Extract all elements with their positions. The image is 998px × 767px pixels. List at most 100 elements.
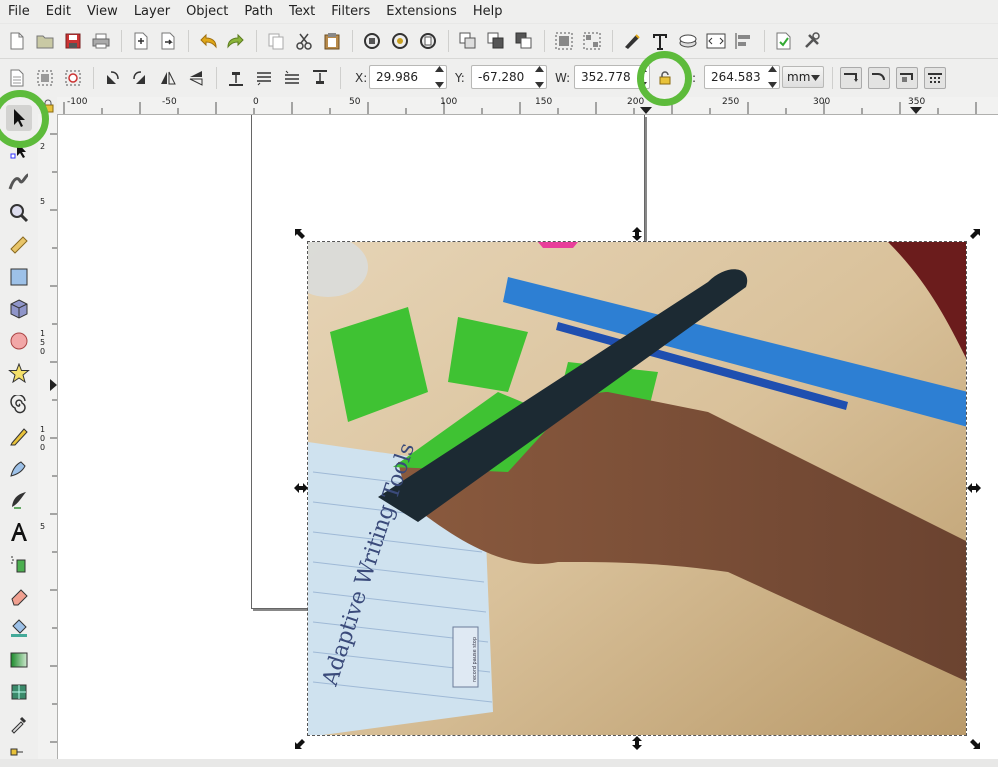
drawing-canvas[interactable]: Adaptive Writing Tools record pause stop: [58, 115, 998, 759]
mesh-tool[interactable]: [6, 679, 32, 705]
circle-icon: [10, 332, 28, 350]
flip-vertical-icon[interactable]: [186, 68, 206, 88]
menu-path[interactable]: Path: [236, 0, 281, 23]
gradient-tool[interactable]: [6, 647, 32, 673]
move-patterns-icon[interactable]: [924, 67, 946, 89]
scale-corners-icon[interactable]: [868, 67, 890, 89]
raise-to-top-icon[interactable]: [310, 68, 330, 88]
rectangle-tool[interactable]: [6, 264, 32, 290]
resize-handle-e[interactable]: [967, 481, 981, 495]
rotate-ccw-icon[interactable]: [102, 68, 122, 88]
print-icon[interactable]: [91, 31, 111, 51]
lock-guides-icon[interactable]: [41, 99, 55, 113]
lower-to-bottom-icon[interactable]: [226, 68, 246, 88]
ruler-label: -100: [67, 97, 88, 107]
eraser-tool[interactable]: [6, 583, 32, 609]
paste-icon[interactable]: [322, 31, 342, 51]
paint-bucket-tool[interactable]: [6, 615, 32, 641]
selector-tool[interactable]: [6, 105, 32, 131]
calligraphy-tool[interactable]: [6, 487, 32, 513]
text-tool[interactable]: [6, 519, 32, 545]
resize-handle-ne[interactable]: [967, 228, 981, 242]
measure-tool[interactable]: [6, 232, 32, 258]
select-all-layers-icon[interactable]: [35, 68, 55, 88]
resize-handle-nw[interactable]: [294, 228, 308, 242]
menu-help[interactable]: Help: [465, 0, 511, 23]
unlink-clone-icon[interactable]: [514, 31, 534, 51]
connector-tool[interactable]: [6, 741, 32, 767]
open-folder-icon[interactable]: [35, 31, 55, 51]
menu-edit[interactable]: Edit: [38, 0, 79, 23]
h-field[interactable]: [704, 65, 780, 89]
cut-icon[interactable]: [294, 31, 314, 51]
node-tool[interactable]: [6, 137, 32, 163]
menu-extensions[interactable]: Extensions: [378, 0, 465, 23]
pencil-tool[interactable]: [6, 423, 32, 449]
zoom-drawing-icon[interactable]: [390, 31, 410, 51]
menu-view[interactable]: View: [79, 0, 126, 23]
menu-file[interactable]: File: [0, 0, 38, 23]
preferences-icon[interactable]: [802, 31, 822, 51]
x-spin-buttons[interactable]: [434, 66, 445, 88]
duplicate-icon[interactable]: [458, 31, 478, 51]
fill-stroke-icon[interactable]: [622, 31, 642, 51]
xml-editor-icon[interactable]: [706, 31, 726, 51]
document-properties-icon[interactable]: [774, 31, 794, 51]
zoom-page-icon[interactable]: [418, 31, 438, 51]
selected-photo[interactable]: Adaptive Writing Tools record pause stop: [307, 241, 967, 736]
save-icon[interactable]: [63, 31, 83, 51]
dropper-tool[interactable]: [6, 711, 32, 737]
export-icon[interactable]: [158, 31, 178, 51]
deselect-icon[interactable]: [63, 68, 83, 88]
pen-tool[interactable]: [6, 455, 32, 481]
toolbox: [0, 97, 38, 759]
clone-icon[interactable]: [486, 31, 506, 51]
w-field[interactable]: [574, 65, 650, 89]
select-all-icon[interactable]: [7, 68, 27, 88]
flip-horizontal-icon[interactable]: [158, 68, 178, 88]
resize-handle-w[interactable]: [294, 481, 308, 495]
resize-handle-n[interactable]: [630, 227, 644, 241]
new-document-icon[interactable]: [7, 31, 27, 51]
lock-ratio-icon[interactable]: [655, 68, 675, 88]
align-distribute-icon[interactable]: [734, 31, 754, 51]
resize-handle-se[interactable]: [967, 736, 981, 750]
zoom-tool[interactable]: [6, 200, 32, 226]
lower-icon[interactable]: [254, 68, 274, 88]
menu-layer[interactable]: Layer: [126, 0, 178, 23]
device-label: record pause stop: [472, 637, 478, 682]
menu-object[interactable]: Object: [178, 0, 236, 23]
ruler-marker-icon: [910, 107, 922, 114]
resize-handle-sw[interactable]: [294, 736, 308, 750]
y-spin-buttons[interactable]: [534, 66, 545, 88]
menu-text[interactable]: Text: [281, 0, 323, 23]
group-icon[interactable]: [554, 31, 574, 51]
h-spin-buttons[interactable]: [767, 66, 778, 88]
resize-handle-s[interactable]: [630, 736, 644, 750]
tweak-tool[interactable]: [6, 168, 32, 194]
menu-filters[interactable]: Filters: [323, 0, 378, 23]
text-font-icon[interactable]: [650, 31, 670, 51]
spray-tool[interactable]: [6, 551, 32, 577]
star-tool[interactable]: [6, 360, 32, 386]
import-icon[interactable]: [131, 31, 151, 51]
ellipse-tool[interactable]: [6, 328, 32, 354]
horizontal-ruler[interactable]: -100 -50 0 50 100 150 200 250 300 350: [57, 97, 998, 115]
scale-stroke-icon[interactable]: [840, 67, 862, 89]
3d-box-tool[interactable]: [6, 296, 32, 322]
x-field[interactable]: [369, 65, 447, 89]
layers-icon[interactable]: [678, 31, 698, 51]
unit-select[interactable]: mm: [782, 66, 824, 88]
spiral-tool[interactable]: [6, 392, 32, 418]
raise-icon[interactable]: [282, 68, 302, 88]
move-gradients-icon[interactable]: [896, 67, 918, 89]
ungroup-icon[interactable]: [582, 31, 602, 51]
vertical-ruler[interactable]: 2 5 1 5 0 1 0 0 5: [38, 114, 58, 759]
zoom-selection-icon[interactable]: [362, 31, 382, 51]
undo-icon[interactable]: [198, 31, 218, 51]
w-spin-buttons[interactable]: [637, 66, 648, 88]
redo-icon[interactable]: [226, 31, 246, 51]
y-field[interactable]: [471, 65, 547, 89]
copy-icon[interactable]: [266, 31, 286, 51]
rotate-cw-icon[interactable]: [130, 68, 150, 88]
